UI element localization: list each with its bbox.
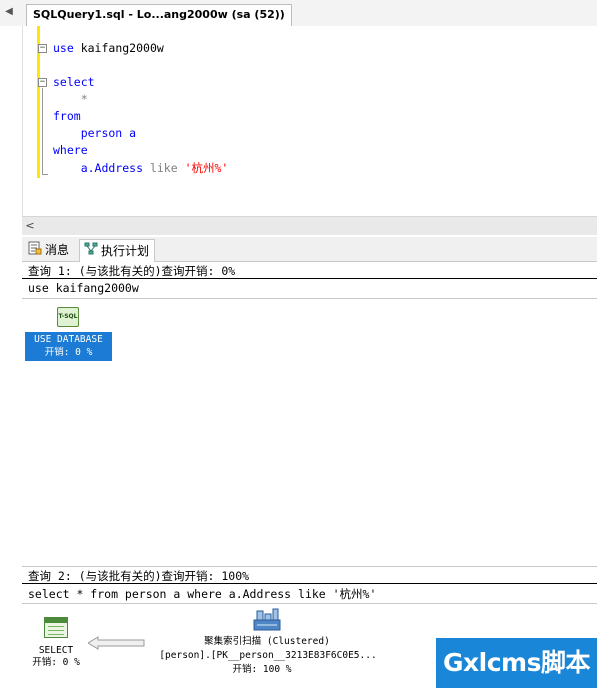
outline-guide	[42, 88, 43, 174]
outline-guide-end	[42, 174, 48, 175]
query1-separator	[22, 278, 597, 279]
code-line-6: where	[53, 143, 88, 157]
use-database-cost: 开销: 0 %	[44, 347, 93, 358]
select-cost: 开销: 0 %	[32, 657, 80, 668]
query2-header: 查询 2: (与该批有关的)查询开销: 100%	[28, 569, 250, 583]
tab-messages[interactable]: 消息	[24, 239, 74, 262]
tab-execution-plan[interactable]: 执行计划	[79, 239, 156, 263]
execution-plan-pane[interactable]: 查询 1: (与该批有关的)查询开销: 0% use kaifang2000w …	[22, 262, 597, 700]
code-line-2: select	[53, 75, 95, 89]
use-database-label: USE DATABASE	[34, 334, 103, 345]
query1-sql: use kaifang2000w	[28, 281, 139, 295]
clustered-index-scan-icon[interactable]	[252, 607, 282, 631]
query1-header: 查询 1: (与该批有关的)查询开销: 0%	[28, 264, 236, 278]
tab-messages-label: 消息	[45, 243, 70, 257]
code-line-1: use kaifang2000w	[53, 41, 164, 55]
results-tab-strip: 消息 执行计划	[22, 237, 597, 262]
scroll-left-arrow-icon[interactable]: <	[24, 219, 36, 233]
query2-top-separator	[22, 566, 597, 567]
query2-separator	[22, 583, 597, 584]
execution-plan-icon	[84, 241, 98, 263]
use-database-node[interactable]: USE DATABASE 开销: 0 %	[25, 332, 112, 361]
collapse-use-icon[interactable]: −	[38, 44, 47, 53]
tab-sqlquery1[interactable]: SQLQuery1.sql - Lo...ang2000w (sa (52))	[26, 4, 292, 26]
messages-icon	[28, 240, 42, 262]
select-operator-icon[interactable]	[44, 617, 68, 638]
clustered-index-scan-cost: 开销: 100 %	[232, 664, 292, 675]
collapse-select-icon[interactable]: −	[38, 78, 47, 87]
query2-sql-separator	[22, 603, 597, 604]
query2-sql: select * from person a where a.Address l…	[28, 587, 377, 601]
data-flow-arrow-icon	[88, 636, 145, 650]
query1-sql-separator	[22, 298, 597, 299]
code-line-3: *	[53, 92, 88, 106]
editor-horizontal-scrollbar[interactable]: <	[22, 216, 597, 235]
code-line-4: from	[53, 109, 81, 123]
query-editor[interactable]: − use kaifang2000w − select * from perso…	[22, 26, 597, 216]
tab-execution-plan-label: 执行计划	[101, 244, 150, 258]
clustered-index-scan-label: 聚集索引扫描 (Clustered)	[204, 636, 330, 647]
tsql-icon[interactable]: T-SQL	[57, 307, 79, 327]
select-label: SELECT	[38, 645, 74, 656]
clustered-index-scan-object: [person].[PK__person__3213E83F6C0E5...	[159, 650, 377, 661]
tab-scroll-left-icon[interactable]: ◀	[2, 5, 16, 19]
document-tab-strip: ◀ SQLQuery1.sql - Lo...ang2000w (sa (52)…	[0, 0, 597, 26]
code-line-5: person a	[53, 126, 137, 140]
code-line-7: a.Address like '杭州%'	[53, 161, 229, 175]
watermark-logo: Gxlcms脚本	[436, 638, 597, 688]
